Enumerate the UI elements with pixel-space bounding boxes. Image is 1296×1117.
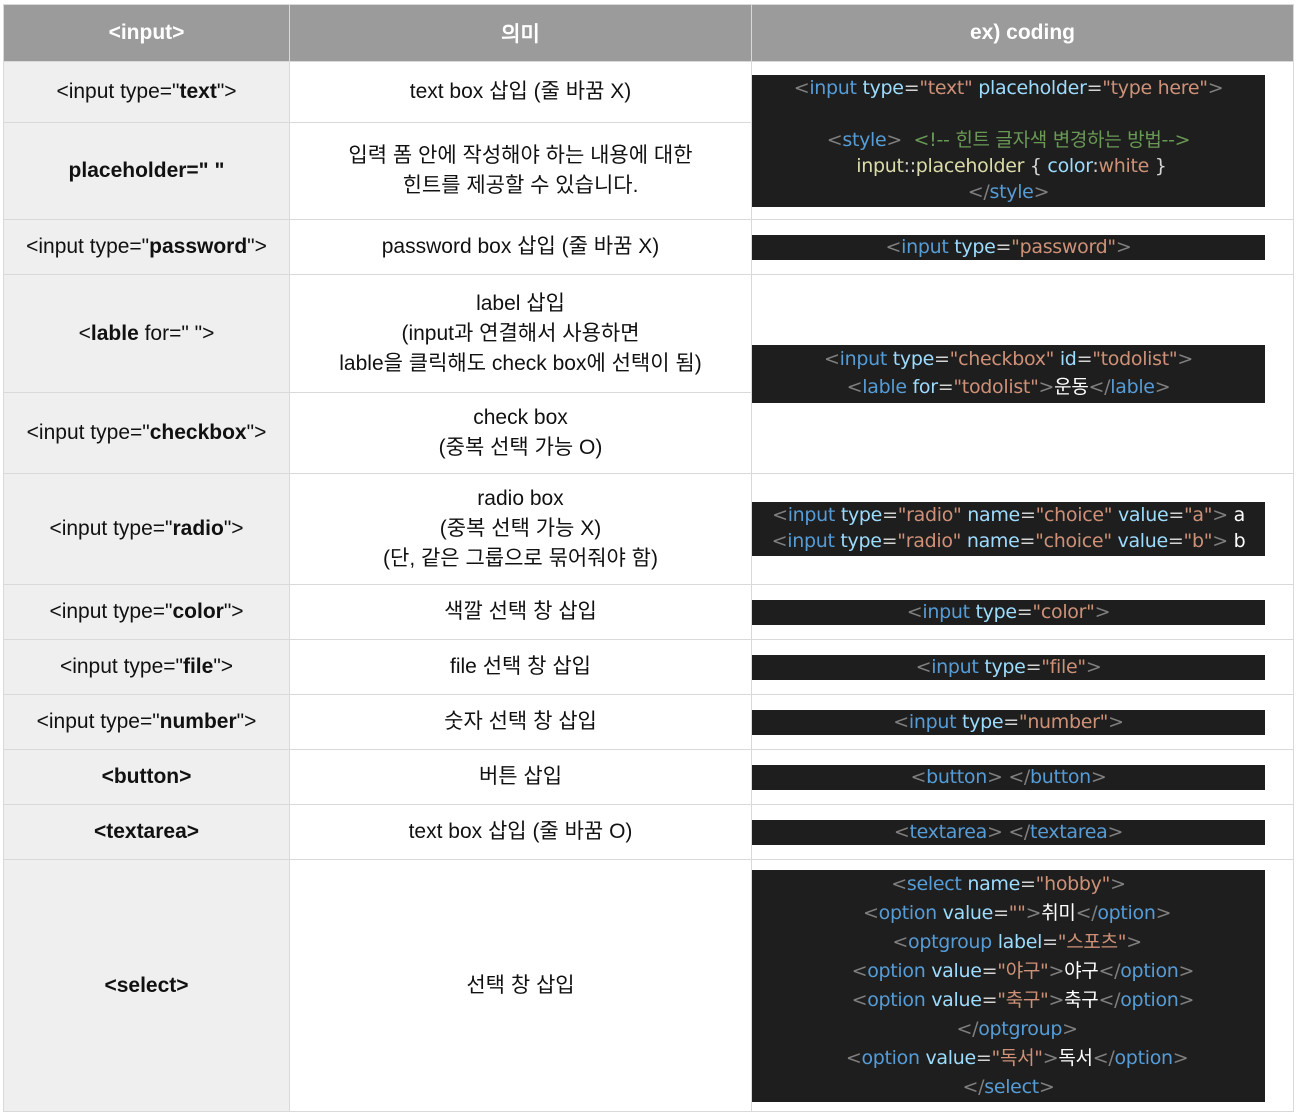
code-cell: <button> </button> bbox=[751, 749, 1294, 805]
code-block-select: <select name="hobby"> <option value="">취… bbox=[752, 869, 1265, 1102]
syntax-cell: <input type="checkbox"> bbox=[3, 392, 290, 474]
code-block-textarea: <textarea> </textarea> bbox=[752, 819, 1265, 845]
code-block-text-placeholder: <input type="text" placeholder="type her… bbox=[752, 74, 1265, 207]
table-row: <lable for=" "> label 삽입 (input과 연결해서 사용하… bbox=[3, 274, 1294, 474]
table-row: <select> 선택 창 삽입 <select name="hobby"> <… bbox=[3, 859, 1294, 1112]
meaning-cell: 색깔 선택 창 삽입 bbox=[289, 584, 752, 640]
table-row: <input type="radio"> radio box (중복 선택 가능 … bbox=[3, 473, 1294, 585]
meaning-cell: text box 삽입 (줄 바꿈 X) bbox=[289, 61, 752, 123]
syntax-cell: <input type="file"> bbox=[3, 639, 290, 695]
code-line: </optgroup> bbox=[956, 1017, 1078, 1040]
code-cell: <input type="file"> bbox=[751, 639, 1294, 695]
code-cell: <input type="checkbox" id="todolist"> <la… bbox=[751, 274, 1294, 474]
html-input-reference-table: <input> 의미 ex) coding <input type="text"… bbox=[3, 4, 1294, 1112]
code-line: <select name="hobby"> bbox=[891, 872, 1126, 895]
syntax-cell: <input type="color"> bbox=[3, 584, 290, 640]
code-line: <input type="radio" name="choice" value=… bbox=[771, 530, 1246, 552]
code-line: <optgroup label="스포츠"> bbox=[892, 930, 1142, 953]
table-row: <input type="password"> password box 삽입 … bbox=[3, 219, 1294, 275]
code-line: <option value="야구">야구</option> bbox=[851, 959, 1195, 982]
code-line: <option value="">취미</option> bbox=[863, 901, 1172, 924]
code-block-password: <input type="password"> bbox=[752, 234, 1265, 260]
code-line: </select> bbox=[962, 1075, 1055, 1098]
table-row: <input type="color"> 색깔 선택 창 삽입 <input t… bbox=[3, 584, 1294, 640]
syntax-cell: <lable for=" "> bbox=[3, 274, 290, 393]
meaning-cell: 입력 폼 안에 작성해야 하는 내용에 대한 힌트를 제공할 수 있습니다. bbox=[289, 122, 752, 220]
code-line: <lable for="todolist">운동</lable> bbox=[846, 376, 1171, 398]
meaning-cell: radio box (중복 선택 가능 X) (단, 같은 그룹으로 묶어줘야 함) bbox=[289, 473, 752, 585]
code-line: input::placeholder { color:white } bbox=[856, 154, 1167, 177]
syntax-cell: <input type="number"> bbox=[3, 694, 290, 750]
syntax-cell: <select> bbox=[3, 859, 290, 1112]
header-row: <input> 의미 ex) coding bbox=[3, 4, 1294, 62]
meaning-cell: 버튼 삽입 bbox=[289, 749, 752, 805]
meaning-cell: text box 삽입 (줄 바꿈 O) bbox=[289, 804, 752, 860]
code-block-button: <button> </button> bbox=[752, 764, 1265, 790]
code-line: <style> <!-- 힌트 글자색 변경하는 방법--> bbox=[826, 128, 1191, 151]
header-input: <input> bbox=[3, 4, 290, 62]
syntax-cell: <input type="text"> bbox=[3, 61, 290, 123]
code-cell: <textarea> </textarea> bbox=[751, 804, 1294, 860]
table-row: <button> 버튼 삽입 <button> </button> bbox=[3, 749, 1294, 805]
code-block-file: <input type="file"> bbox=[752, 654, 1265, 680]
code-line: <option value="독서">독서</option> bbox=[845, 1046, 1189, 1069]
code-block-checkbox-label: <input type="checkbox" id="todolist"> <la… bbox=[752, 345, 1265, 403]
code-block-radio: <input type="radio" name="choice" value=… bbox=[752, 502, 1265, 556]
meaning-cell: password box 삽입 (줄 바꿈 X) bbox=[289, 219, 752, 275]
syntax-cell: <input type="password"> bbox=[3, 219, 290, 275]
table-row: <textarea> text box 삽입 (줄 바꿈 O) <textare… bbox=[3, 804, 1294, 860]
syntax-cell: <input type="radio"> bbox=[3, 473, 290, 585]
table-row: <input type="file"> file 선택 창 삽입 <input … bbox=[3, 639, 1294, 695]
table-row: <input type="text"> text box 삽입 (줄 바꿈 X)… bbox=[3, 61, 1294, 220]
meaning-cell: 선택 창 삽입 bbox=[289, 859, 752, 1112]
code-block-color: <input type="color"> bbox=[752, 599, 1265, 625]
syntax-cell: <textarea> bbox=[3, 804, 290, 860]
header-meaning: 의미 bbox=[289, 4, 752, 62]
code-cell: <input type="text" placeholder="type her… bbox=[751, 61, 1294, 220]
code-line: <input type="text" placeholder="type her… bbox=[793, 76, 1224, 99]
code-cell: <input type="number"> bbox=[751, 694, 1294, 750]
code-line: <option value="축구">축구</option> bbox=[851, 988, 1195, 1011]
code-line: <input type="radio" name="choice" value=… bbox=[772, 504, 1245, 526]
table-row: <input type="number"> 숫자 선택 창 삽입 <input … bbox=[3, 694, 1294, 750]
code-cell: <input type="password"> bbox=[751, 219, 1294, 275]
code-block-number: <input type="number"> bbox=[752, 709, 1265, 735]
syntax-cell: <button> bbox=[3, 749, 290, 805]
meaning-cell: label 삽입 (input과 연결해서 사용하면 lable을 클릭해도 che… bbox=[289, 274, 752, 393]
meaning-cell: 숫자 선택 창 삽입 bbox=[289, 694, 752, 750]
meaning-cell: file 선택 창 삽입 bbox=[289, 639, 752, 695]
header-coding: ex) coding bbox=[751, 4, 1294, 62]
code-cell: <input type="radio" name="choice" value=… bbox=[751, 473, 1294, 585]
code-cell: <select name="hobby"> <option value="">취… bbox=[751, 859, 1294, 1112]
syntax-cell: placeholder=" " bbox=[3, 122, 290, 220]
code-cell: <input type="color"> bbox=[751, 584, 1294, 640]
code-line: </style> bbox=[967, 180, 1050, 203]
meaning-cell: check box (중복 선택 가능 O) bbox=[289, 392, 752, 474]
code-line: <input type="checkbox" id="todolist"> bbox=[824, 348, 1193, 370]
